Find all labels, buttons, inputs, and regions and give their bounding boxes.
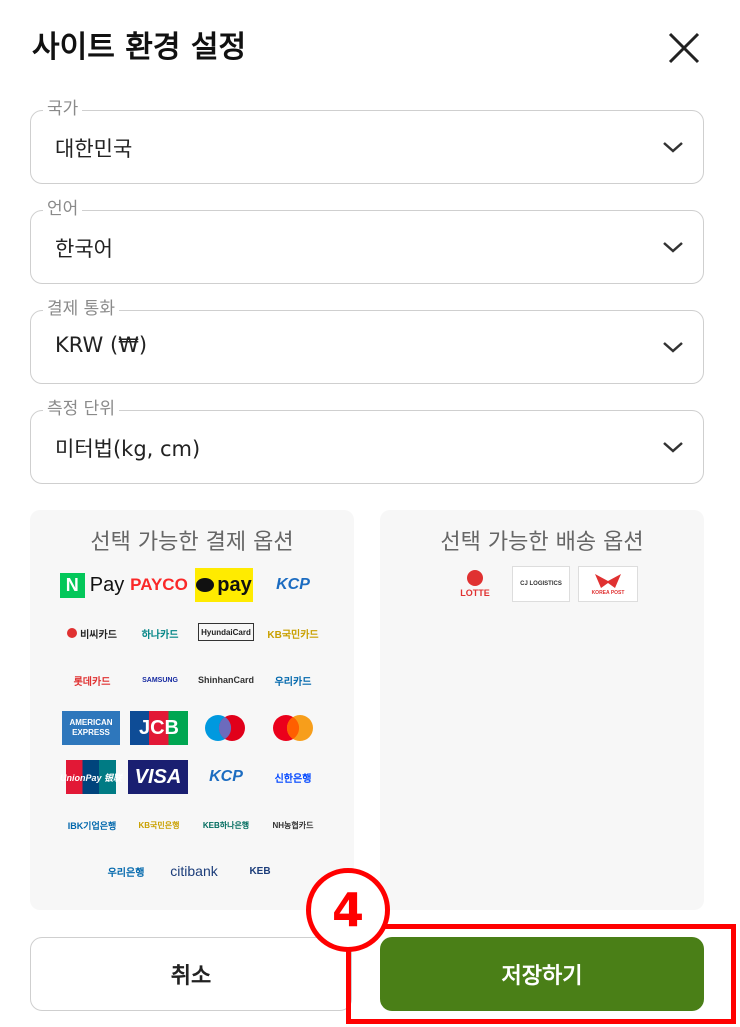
jcb-logo: JCB — [130, 711, 188, 745]
unionpay-logo: UnionPay 银联 — [60, 760, 122, 794]
kb-bank-logo: KB국민은행 — [138, 820, 180, 830]
chevron-down-icon — [661, 437, 685, 457]
currency-value: KRW (₩) — [55, 333, 148, 357]
samsung-card-logo: SAMSUNG — [142, 676, 178, 684]
keb-logo: KEB — [249, 865, 271, 877]
korea-post-mark-icon — [595, 574, 621, 588]
shinhan-card-logo: ShinhanCard — [197, 675, 254, 685]
mastercard-logo — [264, 711, 322, 745]
kcp-logo: KCP — [276, 576, 310, 593]
units-value: 미터법(kg, cm) — [55, 437, 201, 461]
lotte-mark-icon — [467, 570, 483, 586]
language-label: 언어 — [43, 199, 83, 219]
bc-card-logo: 비씨카드 — [64, 622, 120, 644]
maestro-logo — [196, 711, 254, 745]
dialog-title: 사이트 환경 설정 — [32, 30, 247, 65]
kb-card-logo: KB국민카드 — [267, 629, 319, 641]
language-select[interactable]: 언어 한국어 — [30, 199, 704, 284]
shipping-options-title: 선택 가능한 배송 옵션 — [440, 530, 644, 555]
cancel-button[interactable]: 취소 — [30, 937, 352, 1011]
nh-card-logo: NH농협카드 — [272, 820, 314, 830]
chevron-down-icon — [661, 237, 685, 257]
country-select[interactable]: 국가 대한민국 — [30, 99, 704, 184]
shipping-options-panel: 선택 가능한 배송 옵션 LOTTE CJ LOGISTICS KOREA PO… — [380, 510, 704, 910]
cj-logistics-logo: CJ LOGISTICS — [512, 566, 570, 602]
ibk-bank-logo: IBK기업은행 — [67, 820, 117, 831]
korea-post-logo: KOREA POST — [578, 566, 638, 602]
currency-label: 결제 통화 — [43, 299, 119, 319]
hana-card-logo: 하나카드 — [141, 629, 179, 641]
language-value: 한국어 — [55, 237, 113, 261]
close-icon[interactable] — [664, 28, 704, 68]
lotte-logistics-logo: LOTTE — [446, 566, 504, 602]
keb-hana-bank-logo: KEB하나은행 — [202, 820, 250, 830]
hyundai-card-logo: HyundaiCard — [198, 623, 254, 641]
highlight-box — [346, 924, 736, 1024]
payco-logo: PAYCO — [130, 575, 188, 594]
step-number-badge: 4 — [306, 868, 390, 952]
naverpay-logo: N Pay — [59, 568, 124, 602]
currency-select[interactable]: 결제 통화 KRW (₩) — [30, 299, 704, 384]
woori-bank-logo: 우리은행 — [107, 867, 145, 879]
payment-options-panel: 선택 가능한 결제 옵션 N Pay PAYCO pay KCP 비씨카드 하나… — [30, 510, 354, 910]
visa-logo: VISA — [128, 760, 188, 794]
kakaopay-logo: pay — [195, 568, 253, 602]
citibank-logo: citibank — [170, 863, 218, 879]
units-select[interactable]: 측정 단위 미터법(kg, cm) — [30, 399, 704, 484]
chevron-down-icon — [661, 337, 685, 357]
payment-options-title: 선택 가능한 결제 옵션 — [90, 530, 294, 555]
lotte-card-logo: 롯데카드 — [73, 676, 111, 688]
units-label: 측정 단위 — [43, 399, 119, 419]
chevron-down-icon — [661, 137, 685, 157]
shinhan-bank-logo: 신한은행 — [274, 773, 312, 785]
kcp-logo-2: KCP — [209, 768, 243, 785]
country-label: 국가 — [43, 99, 83, 119]
country-value: 대한민국 — [55, 137, 133, 161]
woori-card-logo: 우리카드 — [274, 676, 312, 688]
speech-bubble-icon — [196, 578, 215, 592]
amex-logo: AMERICAN EXPRESS — [62, 711, 120, 745]
